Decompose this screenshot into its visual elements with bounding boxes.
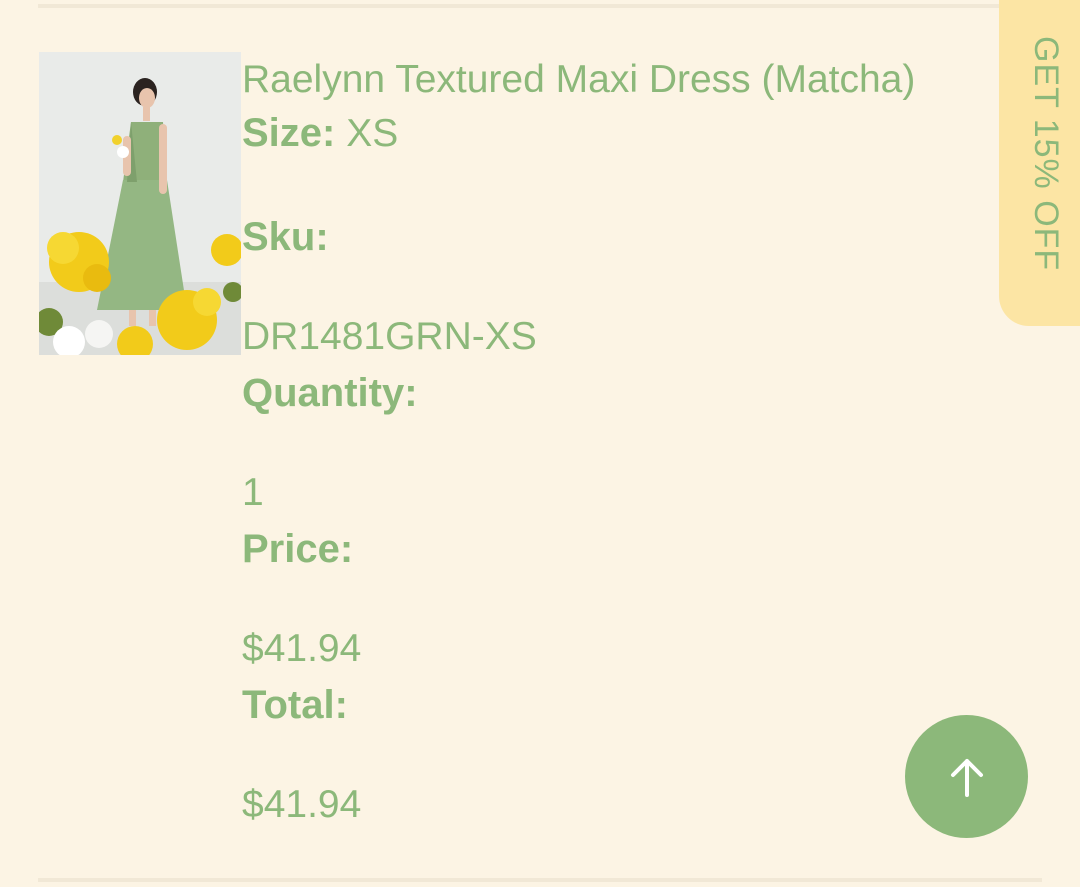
quantity-row: Quantity: 1 [242, 365, 982, 521]
size-value: XS [346, 112, 399, 155]
arrow-up-icon [950, 758, 983, 797]
bottom-divider [38, 878, 1042, 882]
total-label: Total: [242, 683, 348, 727]
price-row: Price: $41.94 [242, 521, 982, 677]
top-divider [38, 4, 1042, 8]
quantity-value: 1 [242, 471, 264, 514]
product-image[interactable] [39, 52, 241, 355]
price-label: Price: [242, 527, 354, 571]
product-name[interactable]: Raelynn Textured Maxi Dress (Matcha) [242, 55, 982, 105]
total-value: $41.94 [242, 783, 362, 826]
sku-row: Sku: DR1481GRN-XS [242, 209, 982, 365]
total-row: Total: $41.94 [242, 677, 982, 833]
sku-label: Sku: [242, 215, 329, 259]
price-value: $41.94 [242, 627, 362, 670]
discount-promo-tab[interactable]: GET 15% OFF [999, 0, 1080, 326]
promo-label: GET 15% OFF [1027, 36, 1065, 272]
size-row: Size: XS [242, 105, 982, 162]
sku-value: DR1481GRN-XS [242, 315, 537, 358]
quantity-label: Quantity: [242, 371, 418, 415]
order-item-details: Raelynn Textured Maxi Dress (Matcha) Siz… [242, 55, 982, 833]
back-to-top-button[interactable] [905, 715, 1028, 838]
size-label: Size: [242, 111, 336, 155]
